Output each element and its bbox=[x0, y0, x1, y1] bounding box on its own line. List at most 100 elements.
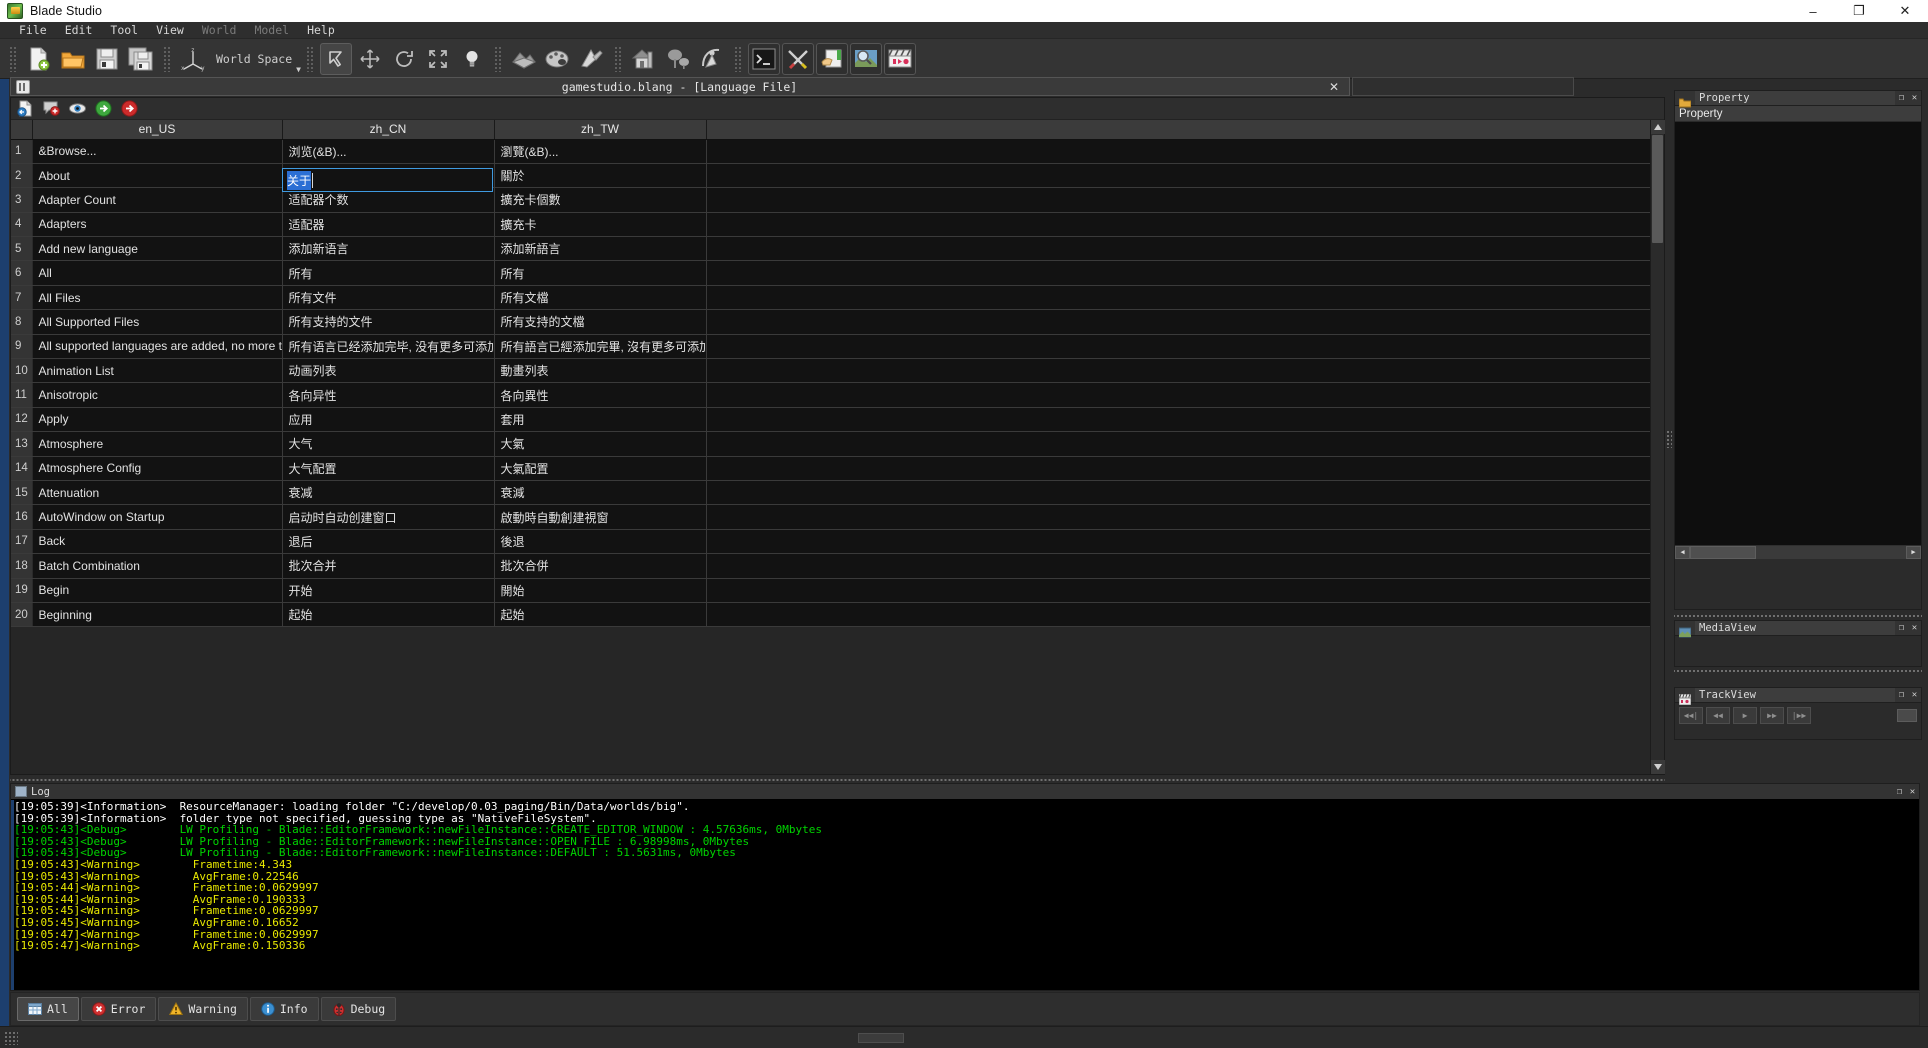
cell-zh-tw[interactable]: 擴充卡個數 bbox=[494, 187, 707, 213]
skip-end-icon[interactable]: |▶▶ bbox=[1787, 707, 1811, 724]
vertical-splitter[interactable] bbox=[1666, 430, 1672, 448]
document-tab[interactable]: gamestudio.blang - [Language File] ✕ bbox=[10, 77, 1350, 96]
scale-icon[interactable] bbox=[422, 43, 454, 75]
cell-en-us[interactable]: Add new language bbox=[32, 236, 283, 262]
skip-start-icon[interactable]: ◀◀| bbox=[1679, 707, 1703, 724]
import-document-icon[interactable] bbox=[17, 100, 34, 117]
table-row[interactable]: 13 Atmosphere 大气 大氣 bbox=[11, 431, 1650, 457]
cell-en-us[interactable]: Adapter Count bbox=[32, 187, 283, 213]
log-filter-debug[interactable]: Debug bbox=[320, 997, 397, 1021]
cell-zh-tw[interactable]: 衰減 bbox=[494, 480, 707, 506]
row-number[interactable]: 19 bbox=[11, 578, 33, 603]
cell-zh-cn[interactable]: 衰减 bbox=[282, 480, 495, 506]
column-header-zh-tw[interactable]: zh_TW bbox=[494, 120, 707, 140]
cell-zh-tw[interactable]: 所有語言已經添加完畢, 沒有更多可添加的語言. bbox=[494, 334, 707, 360]
cell-zh-tw[interactable]: 所有文檔 bbox=[494, 285, 707, 311]
cell-en-us[interactable]: &Browse... bbox=[32, 139, 283, 164]
cell-empty[interactable] bbox=[706, 578, 1650, 603]
mediaview-trackview-splitter[interactable] bbox=[1674, 667, 1922, 674]
cell-zh-cn[interactable]: 大气配置 bbox=[282, 456, 495, 481]
play-icon[interactable]: ▶ bbox=[1733, 707, 1757, 724]
log-filter-warning[interactable]: Warning bbox=[158, 997, 248, 1021]
cell-zh-tw[interactable]: 大氣配置 bbox=[494, 456, 707, 481]
maximize-button[interactable]: ❐ bbox=[1836, 0, 1882, 22]
table-row[interactable]: 4 Adapters 适配器 擴充卡 bbox=[11, 212, 1650, 238]
save-all-icon[interactable] bbox=[125, 43, 157, 75]
fast-forward-icon[interactable]: ▶▶ bbox=[1760, 707, 1784, 724]
cell-zh-tw[interactable]: 大氣 bbox=[494, 431, 707, 457]
cell-en-us[interactable]: Begin bbox=[32, 578, 283, 603]
cell-en-us[interactable]: Beginning bbox=[32, 602, 283, 628]
table-row[interactable]: 1 &Browse... 浏览(&B)... 瀏覽(&B)... bbox=[11, 139, 1650, 164]
tree-icon[interactable] bbox=[662, 43, 694, 75]
cell-zh-tw[interactable]: 套用 bbox=[494, 407, 707, 433]
table-row[interactable]: 8 All Supported Files 所有支持的文件 所有支持的文檔 bbox=[11, 309, 1650, 335]
close-button[interactable]: ✕ bbox=[1882, 0, 1928, 22]
row-number[interactable]: 8 bbox=[11, 309, 33, 335]
cell-zh-tw[interactable]: 起始 bbox=[494, 602, 707, 628]
image-preview-icon[interactable] bbox=[850, 42, 882, 75]
clapperboard-icon[interactable] bbox=[884, 42, 916, 75]
row-number[interactable]: 10 bbox=[11, 358, 33, 384]
float-icon[interactable]: ❐ bbox=[1895, 93, 1908, 103]
cell-empty[interactable] bbox=[706, 334, 1650, 360]
table-row[interactable]: 16 AutoWindow on Startup 启动时自动创建窗口 啟動時自動創建視… bbox=[11, 504, 1650, 530]
cell-zh-tw[interactable]: 所有支持的文檔 bbox=[494, 309, 707, 335]
cell-zh-cn[interactable]: 启动时自动创建窗口 bbox=[282, 504, 495, 530]
scrollbar-thumb[interactable] bbox=[1652, 135, 1663, 243]
house-icon[interactable] bbox=[628, 43, 660, 75]
cell-en-us[interactable]: All supported languages are added, no mo… bbox=[32, 334, 283, 360]
table-row[interactable]: 20 Beginning 起始 起始 bbox=[11, 602, 1650, 628]
language-grid-scroll[interactable]: en_US zh_CN zh_TW 1 &Browse... 浏览(&B)... 瀏覽… bbox=[11, 120, 1650, 774]
float-icon[interactable]: ❐ bbox=[1895, 690, 1908, 700]
cell-zh-tw[interactable]: 瀏覽(&B)... bbox=[494, 139, 707, 164]
cell-zh-tw[interactable]: 各向異性 bbox=[494, 382, 707, 408]
select-arrow-icon[interactable] bbox=[320, 42, 352, 75]
cell-en-us[interactable]: Back bbox=[32, 529, 283, 555]
cell-en-us[interactable]: Adapters bbox=[32, 212, 283, 238]
paint-icon[interactable] bbox=[576, 43, 608, 75]
menu-item-file[interactable]: File bbox=[10, 22, 56, 39]
cell-empty[interactable] bbox=[706, 602, 1650, 628]
table-row[interactable]: 11 Anisotropic 各向异性 各向異性 bbox=[11, 382, 1650, 408]
cell-empty[interactable] bbox=[706, 407, 1650, 433]
save-icon[interactable] bbox=[91, 43, 123, 75]
toolbar-grip-3[interactable] bbox=[306, 45, 314, 72]
row-number[interactable]: 11 bbox=[11, 382, 33, 408]
toolbar-grip-5[interactable] bbox=[614, 45, 622, 72]
close-icon[interactable]: ✕ bbox=[1908, 690, 1921, 700]
row-number[interactable]: 17 bbox=[11, 529, 33, 555]
table-row[interactable]: 12 Apply 应用 套用 bbox=[11, 407, 1650, 433]
close-icon[interactable]: ✕ bbox=[1908, 93, 1921, 103]
cell-zh-cn[interactable]: 动画列表 bbox=[282, 358, 495, 384]
cell-empty[interactable] bbox=[706, 187, 1650, 213]
new-file-icon[interactable] bbox=[23, 43, 55, 75]
cell-en-us[interactable]: All Supported Files bbox=[32, 309, 283, 335]
light-icon[interactable] bbox=[456, 43, 488, 75]
row-number[interactable]: 16 bbox=[11, 504, 33, 530]
row-number[interactable]: 4 bbox=[11, 212, 33, 238]
cell-zh-cn[interactable]: 添加新语言 bbox=[282, 236, 495, 262]
cell-en-us[interactable]: Atmosphere bbox=[32, 431, 283, 457]
cell-zh-tw[interactable]: 開始 bbox=[494, 578, 707, 603]
cell-empty[interactable] bbox=[706, 260, 1650, 286]
property-mediaview-splitter[interactable] bbox=[1674, 612, 1922, 619]
cell-empty[interactable] bbox=[706, 309, 1650, 335]
row-number[interactable]: 15 bbox=[11, 480, 33, 506]
cell-en-us[interactable]: Animation List bbox=[32, 358, 283, 384]
close-icon[interactable]: ✕ bbox=[1906, 787, 1919, 797]
row-number[interactable]: 20 bbox=[11, 602, 33, 628]
eye-preview-icon[interactable] bbox=[69, 100, 86, 117]
table-row[interactable]: 5 Add new language 添加新语言 添加新語言 bbox=[11, 236, 1650, 262]
coordinate-space-label[interactable]: World Space bbox=[216, 52, 292, 66]
cell-en-us[interactable]: About bbox=[32, 163, 283, 189]
table-row[interactable]: 15 Attenuation 衰减 衰減 bbox=[11, 480, 1650, 506]
log-filter-all[interactable]: All bbox=[17, 997, 79, 1021]
cell-empty[interactable] bbox=[706, 382, 1650, 408]
menu-item-edit[interactable]: Edit bbox=[56, 22, 102, 39]
cell-zh-cn[interactable]: 退后 bbox=[282, 529, 495, 555]
physics-icon[interactable] bbox=[696, 43, 728, 75]
cell-en-us[interactable]: Atmosphere Config bbox=[32, 456, 283, 481]
scroll-left-button[interactable]: ◀ bbox=[1675, 545, 1690, 559]
cell-zh-tw[interactable]: 添加新語言 bbox=[494, 236, 707, 262]
